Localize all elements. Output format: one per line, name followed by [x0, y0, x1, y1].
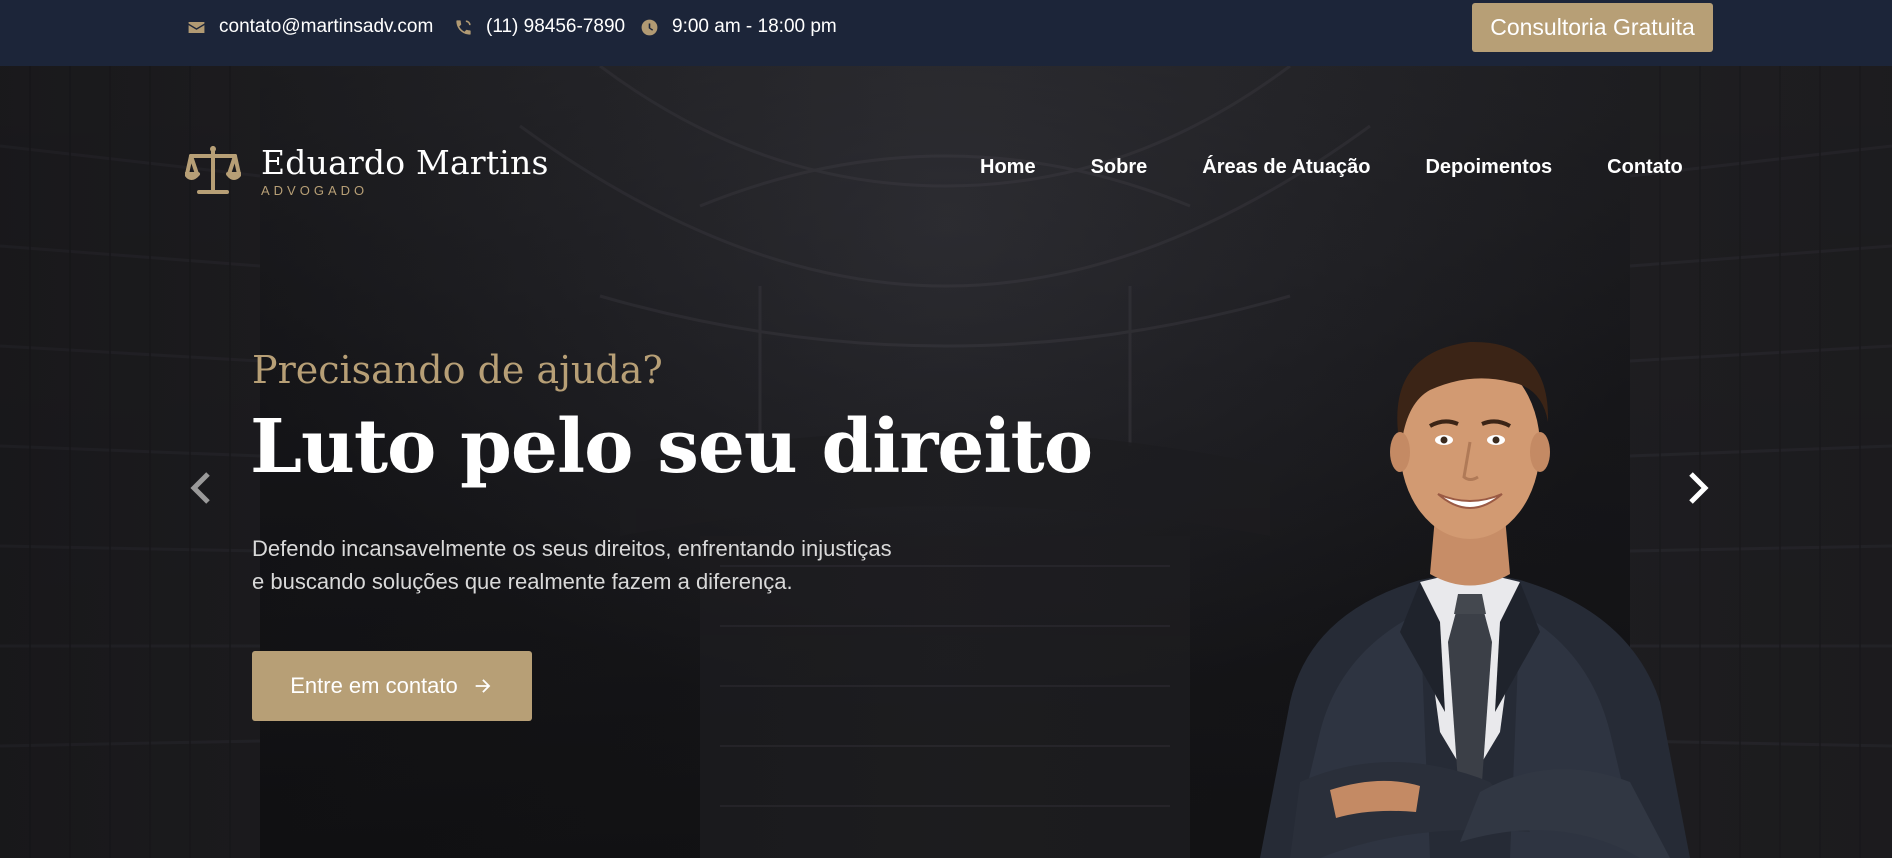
nav-item-depoimentos[interactable]: Depoimentos	[1425, 156, 1552, 179]
hero-description: Defendo incansavelmente os seus direitos…	[252, 532, 972, 598]
hero-section: Eduardo Martins ADVOGADO Home Sobre Área…	[0, 66, 1892, 858]
brand-subtitle: ADVOGADO	[261, 182, 369, 198]
hero-description-line-1: Defendo incansavelmente os seus direitos…	[252, 536, 892, 561]
arrow-right-icon	[472, 675, 494, 697]
nav-item-sobre[interactable]: Sobre	[1091, 156, 1148, 179]
scales-of-justice-icon	[185, 146, 241, 194]
free-consultation-button[interactable]: Consultoria Gratuita	[1472, 3, 1713, 52]
nav-item-areas[interactable]: Áreas de Atuação	[1202, 156, 1370, 179]
carousel-prev-button[interactable]	[186, 468, 216, 508]
brand-name: Eduardo Martins	[261, 142, 549, 182]
hero-description-line-2: e buscando soluções que realmente fazem …	[252, 569, 793, 594]
chevron-left-icon	[190, 472, 210, 504]
email-text: contato@martinsadv.com	[219, 16, 434, 37]
main-navigation: Home Sobre Áreas de Atuação Depoimentos …	[980, 156, 1738, 179]
contact-phone[interactable]: (11) 98456-7890	[452, 0, 625, 54]
hero-kicker: Precisando de ajuda?	[252, 348, 663, 392]
brand-logo[interactable]: Eduardo Martins ADVOGADO	[185, 144, 549, 198]
contact-email[interactable]: contato@martinsadv.com	[185, 0, 433, 54]
business-hours: 9:00 am - 18:00 pm	[638, 0, 837, 54]
hero-headline: Luto pelo seu direito	[250, 404, 1093, 490]
clock-icon	[638, 16, 660, 38]
envelope-icon	[185, 16, 207, 38]
top-info-bar: contato@martinsadv.com (11) 98456-7890 9…	[0, 0, 1892, 66]
contact-cta-button[interactable]: Entre em contato	[252, 651, 532, 721]
contact-cta-label: Entre em contato	[290, 673, 458, 698]
phone-text: (11) 98456-7890	[486, 16, 626, 37]
nav-item-home[interactable]: Home	[980, 156, 1036, 179]
phone-icon	[452, 16, 474, 38]
hours-text: 9:00 am - 18:00 pm	[672, 16, 837, 37]
nav-item-contato[interactable]: Contato	[1607, 156, 1683, 179]
lawyer-portrait	[1260, 341, 1690, 858]
